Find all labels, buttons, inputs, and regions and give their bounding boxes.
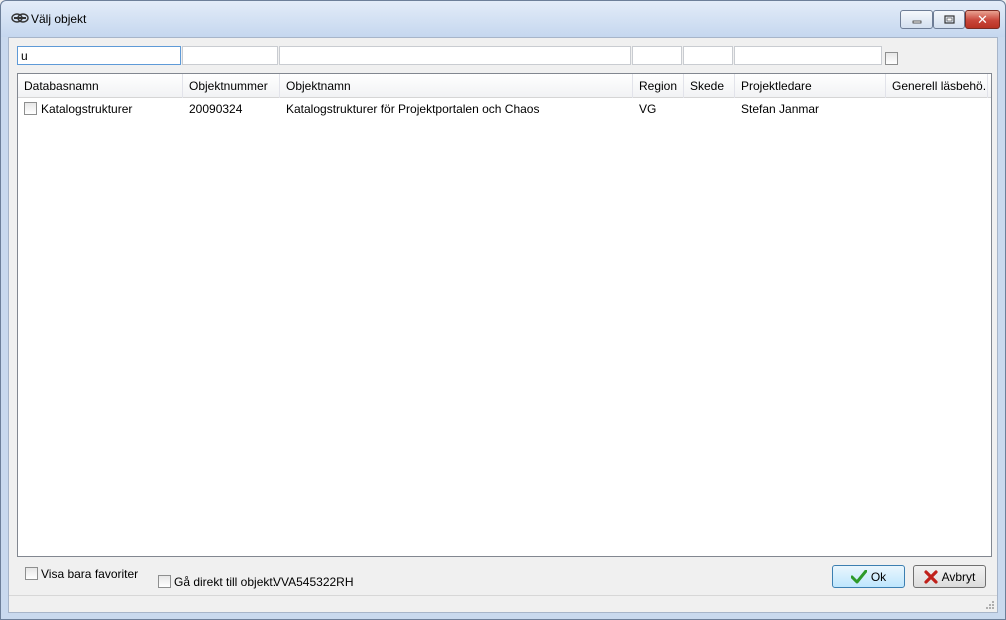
resize-grip-icon[interactable] bbox=[985, 600, 995, 610]
column-header-databasnamn[interactable]: Databasnamn bbox=[18, 74, 183, 98]
row-select-checkbox[interactable] bbox=[24, 102, 37, 116]
close-button[interactable]: ✕ bbox=[965, 10, 1000, 29]
filter-generell-checkbox[interactable] bbox=[885, 52, 898, 65]
x-mark-icon bbox=[923, 569, 938, 584]
filter-objektnummer-input[interactable] bbox=[182, 46, 278, 65]
cancel-button[interactable]: Avbryt bbox=[913, 565, 986, 588]
checkmark-icon bbox=[850, 569, 867, 583]
favorites-label: Visa bara favoriter bbox=[41, 567, 139, 581]
cell-databasnamn: Katalogstrukturer bbox=[18, 99, 183, 119]
ok-button[interactable]: Ok bbox=[832, 565, 905, 588]
column-header-projektledare[interactable]: Projektledare bbox=[735, 74, 886, 98]
cell-generell bbox=[886, 99, 988, 119]
cancel-label: Avbryt bbox=[941, 569, 976, 584]
cell-skede bbox=[684, 99, 735, 119]
close-icon: ✕ bbox=[977, 11, 988, 27]
minimize-button[interactable] bbox=[900, 10, 933, 29]
app-logo-icon bbox=[11, 13, 29, 23]
table-row[interactable]: Katalogstrukturer 20090324 Katalogstrukt… bbox=[18, 99, 991, 119]
object-grid[interactable]: Databasnamn Objektnummer Objektnamn Regi… bbox=[17, 73, 992, 557]
minimize-icon bbox=[912, 20, 921, 23]
direct-label: Gå direkt till objekt: bbox=[174, 575, 277, 589]
cell-objektnamn: Katalogstrukturer för Projektportalen oc… bbox=[286, 102, 540, 116]
column-header-skede[interactable]: Skede bbox=[684, 74, 735, 98]
dialog-window: Välj objekt ✕ Databasnamn O bbox=[0, 0, 1006, 620]
filter-skede-input[interactable] bbox=[683, 46, 733, 65]
ok-label: Ok bbox=[870, 569, 887, 584]
dialog-body: Databasnamn Objektnummer Objektnamn Regi… bbox=[8, 37, 998, 613]
title-bar[interactable]: Välj objekt ✕ bbox=[1, 1, 1005, 37]
maximize-button[interactable] bbox=[933, 10, 965, 29]
filter-databasnamn-input[interactable] bbox=[17, 46, 181, 65]
cell-projektledare: Stefan Janmar bbox=[741, 102, 820, 116]
cell-databasnamn-text: Katalogstrukturer bbox=[41, 102, 133, 116]
filter-region-input[interactable] bbox=[632, 46, 682, 65]
maximize-icon bbox=[943, 15, 955, 24]
direct-object-value: VVA545322RH bbox=[273, 575, 354, 589]
filter-projektledare-input[interactable] bbox=[734, 46, 882, 65]
column-header-objektnummer[interactable]: Objektnummer bbox=[183, 74, 280, 98]
cell-objektnummer: 20090324 bbox=[189, 102, 243, 116]
grid-header: Databasnamn Objektnummer Objektnamn Regi… bbox=[18, 74, 991, 98]
column-header-generell[interactable]: Generell läsbehö... bbox=[886, 74, 988, 98]
column-header-region[interactable]: Region bbox=[633, 74, 684, 98]
direct-checkbox[interactable] bbox=[158, 575, 171, 588]
filter-objektnamn-input[interactable] bbox=[279, 46, 631, 65]
column-header-objektnamn[interactable]: Objektnamn bbox=[280, 74, 633, 98]
cell-region: VG bbox=[639, 102, 657, 116]
window-title: Välj objekt bbox=[31, 12, 87, 26]
favorites-checkbox[interactable] bbox=[25, 567, 38, 580]
status-bar bbox=[9, 595, 997, 612]
